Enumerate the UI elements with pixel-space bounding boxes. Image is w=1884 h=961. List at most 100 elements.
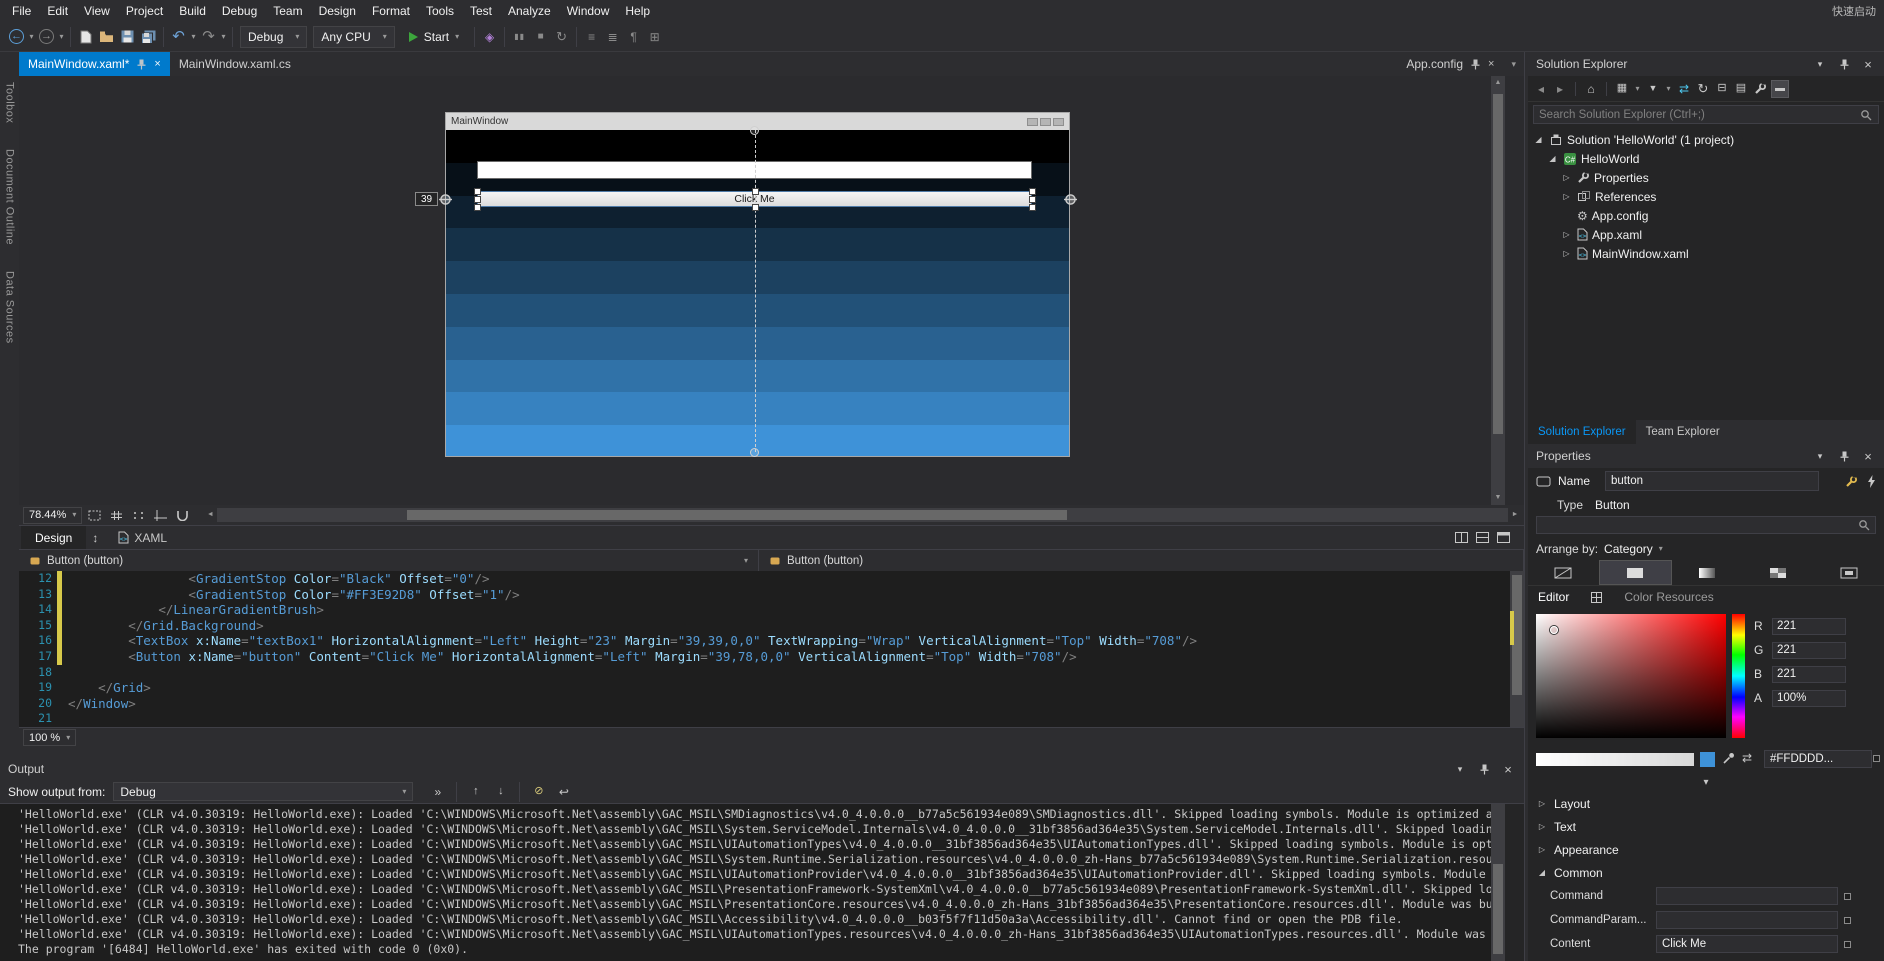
previous-color-swatch[interactable]	[1700, 752, 1715, 767]
menu-item-window[interactable]: Window	[559, 1, 618, 21]
expander-icon[interactable]: ▷	[1560, 249, 1573, 258]
color-marker[interactable]	[1550, 626, 1558, 634]
navigate-forward-icon[interactable]: →	[36, 26, 57, 48]
selection-handle[interactable]	[1029, 196, 1036, 203]
selection-handle[interactable]	[474, 188, 481, 195]
code-line-20[interactable]: 20 </Window>	[19, 696, 1524, 712]
dropdown-caret-icon[interactable]: ▾	[189, 32, 198, 41]
category-layout[interactable]: ▷ Layout	[1528, 792, 1884, 815]
expander-icon[interactable]: ◢	[1546, 154, 1559, 163]
design-view-tab[interactable]: Design	[21, 526, 87, 549]
menu-item-build[interactable]: Build	[171, 1, 214, 21]
sidebar-tab-toolbox[interactable]: Toolbox	[4, 82, 16, 123]
close-icon[interactable]: ×	[1500, 761, 1516, 777]
solution-explorer-search-input[interactable]	[1533, 105, 1879, 124]
goto-message-icon[interactable]: »	[427, 781, 448, 803]
pending-changes-filter-icon[interactable]: ▼	[1645, 81, 1661, 97]
prev-message-icon[interactable]: ↑	[465, 781, 486, 803]
selection-handle[interactable]	[474, 196, 481, 203]
designer-vertical-scrollbar[interactable]: ▲ ▼	[1491, 76, 1505, 505]
stop-debug-icon[interactable]: ■	[530, 26, 551, 48]
sync-with-active-document-icon[interactable]: ⇄	[1676, 81, 1692, 97]
format-selection-icon[interactable]: ⊞	[644, 26, 665, 48]
selection-handle[interactable]	[1029, 188, 1036, 195]
undo-icon[interactable]: ↶	[168, 26, 189, 48]
category-common[interactable]: ◢ Common	[1528, 861, 1884, 884]
snap-to-guides-icon[interactable]	[172, 504, 193, 526]
tree-item-app-config[interactable]: ⚙ App.config	[1528, 206, 1884, 225]
properties-icon[interactable]	[1752, 81, 1769, 97]
show-guides-icon[interactable]	[150, 504, 171, 526]
output-vertical-scrollbar[interactable]	[1491, 804, 1505, 961]
property-marker[interactable]	[1873, 755, 1880, 762]
property-marker[interactable]	[1844, 916, 1851, 924]
properties-header[interactable]: Properties ▾ ×	[1528, 444, 1884, 468]
menu-item-help[interactable]: Help	[617, 1, 658, 21]
clear-all-icon[interactable]: ⊘	[528, 781, 549, 803]
chevron-down-icon[interactable]: ▾	[1452, 761, 1468, 777]
scroll-right-icon[interactable]: ►	[1508, 508, 1522, 522]
start-debugging-button[interactable]: Start ▾	[401, 26, 467, 48]
selection-handle[interactable]	[1029, 204, 1036, 211]
property-marker[interactable]	[1844, 940, 1851, 948]
sidebar-tab-document-outline[interactable]: Document Outline	[4, 149, 16, 245]
output-log[interactable]: 'HelloWorld.exe' (CLR v4.0.30319: HelloW…	[0, 804, 1491, 961]
solution-explorer-header[interactable]: Solution Explorer ▾ ×	[1528, 52, 1884, 76]
tab-color-resources[interactable]: Color Resources	[1624, 590, 1713, 604]
expander-icon[interactable]: ▷	[1560, 230, 1573, 239]
save-icon[interactable]	[117, 26, 138, 48]
anchor-chain-icon[interactable]	[1064, 193, 1077, 206]
solution-platforms-select[interactable]: Any CPU ▾	[313, 25, 395, 48]
menu-item-design[interactable]: Design	[311, 1, 364, 21]
brush-tab-gradient-brush[interactable]	[1672, 560, 1743, 585]
tab-mainwindow-xaml[interactable]: MainWindow.xaml* ×	[19, 52, 170, 76]
swatch-grid-icon[interactable]	[1591, 591, 1603, 603]
collapse-all-icon[interactable]: ⊟	[1714, 81, 1730, 97]
expander-icon[interactable]: ▷	[1560, 173, 1573, 182]
dropdown-caret-icon[interactable]: ▾	[219, 32, 228, 41]
break-all-icon[interactable]: ▮▮	[509, 26, 530, 48]
expand-pane-icon[interactable]	[1497, 532, 1510, 543]
scrollbar-thumb[interactable]	[1493, 94, 1503, 434]
menu-item-analyze[interactable]: Analyze	[500, 1, 559, 21]
scrollbar-thumb[interactable]	[1493, 864, 1503, 954]
dropdown-caret-icon[interactable]: ▾	[27, 32, 36, 41]
tree-item-solution-helloworld-1-project[interactable]: ◢ Solution 'HelloWorld' (1 project)	[1528, 130, 1884, 149]
channel-value-field[interactable]: 221	[1772, 641, 1846, 659]
dropdown-caret-icon[interactable]: ▾	[1664, 84, 1673, 93]
redo-icon[interactable]: ↷	[198, 26, 219, 48]
tab-overflow-icon[interactable]: ▾	[1511, 59, 1516, 70]
channel-value-field[interactable]: 100%	[1772, 689, 1846, 707]
anchor-ring-top[interactable]	[750, 126, 759, 135]
hex-color-field[interactable]: #FFDDDD...	[1764, 750, 1872, 768]
scrollbar-track[interactable]	[217, 508, 1508, 522]
code-line-19[interactable]: 19 </Grid>	[19, 680, 1524, 696]
application-insights-icon[interactable]: ◈	[479, 26, 500, 48]
next-message-icon[interactable]: ↓	[490, 781, 511, 803]
menu-item-test[interactable]: Test	[462, 1, 500, 21]
format-document-icon[interactable]: ¶	[623, 26, 644, 48]
chevron-down-icon[interactable]: ▾	[1812, 56, 1828, 72]
scrollbar-thumb[interactable]	[407, 510, 1068, 520]
code-line-21[interactable]: 21	[19, 711, 1524, 727]
code-line-12[interactable]: 12 <GradientStop Color="Black" Offset="0…	[19, 571, 1524, 587]
sidebar-tab-data-sources[interactable]: Data Sources	[4, 271, 16, 344]
code-line-16[interactable]: 16 <TextBox x:Name="textBox1" Horizontal…	[19, 633, 1524, 649]
code-line-18[interactable]: 18	[19, 665, 1524, 681]
snap-to-gridlines-icon[interactable]	[128, 504, 149, 526]
close-icon[interactable]: ×	[1488, 58, 1494, 70]
refresh-icon[interactable]: ↻	[1695, 81, 1711, 97]
tab-app-config[interactable]: App.config ×	[1397, 52, 1503, 76]
category-text[interactable]: ▷ Text	[1528, 815, 1884, 838]
brush-tab-brush-resource[interactable]	[1813, 560, 1884, 585]
nav-back-icon[interactable]: ◂	[1533, 81, 1549, 97]
tree-item-app-xaml[interactable]: ▷ <> App.xaml	[1528, 225, 1884, 244]
search-icon[interactable]	[1858, 519, 1870, 531]
anchor-ring-bottom[interactable]	[750, 448, 759, 457]
dropdown-caret-icon[interactable]: ▾	[1633, 84, 1642, 93]
property-value-field[interactable]: Click Me	[1656, 935, 1838, 953]
solution-configurations-select[interactable]: Debug ▾	[240, 25, 308, 48]
switch-views-icon[interactable]: ▦	[1614, 81, 1630, 97]
expander-icon[interactable]: ◢	[1532, 135, 1545, 144]
property-value-field[interactable]	[1656, 911, 1838, 929]
